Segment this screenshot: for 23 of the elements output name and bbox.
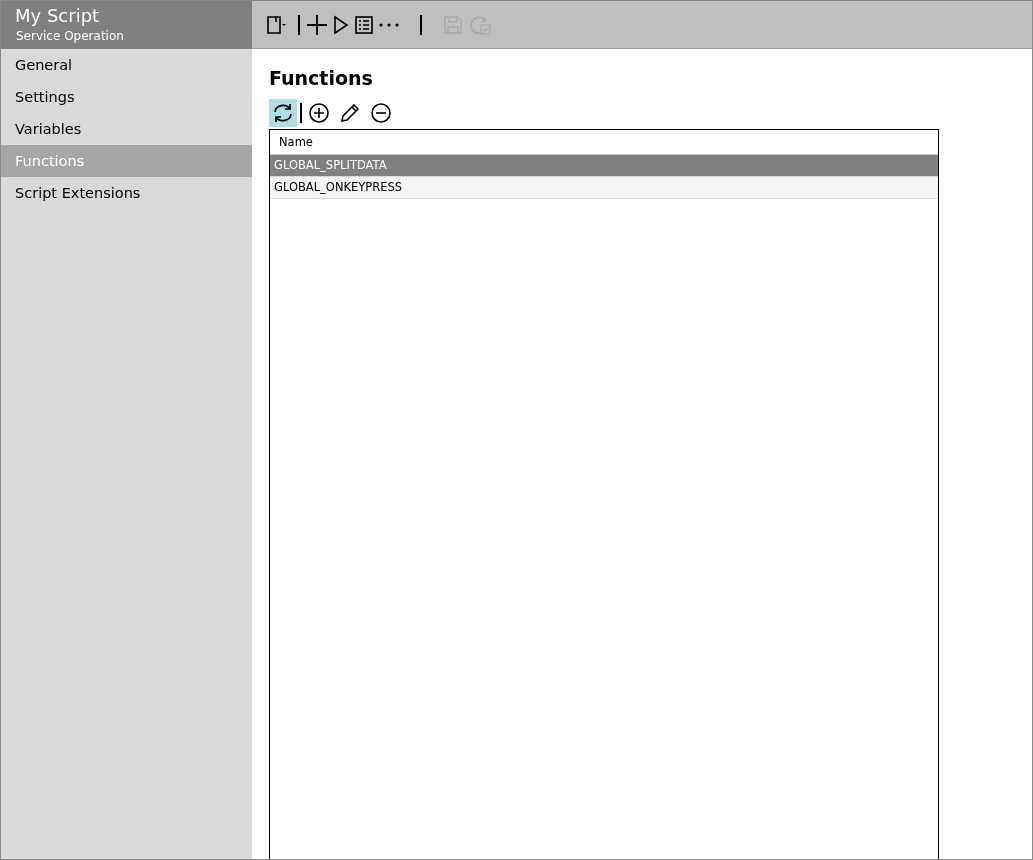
refresh-icon — [272, 102, 294, 124]
app-title: My Script — [15, 5, 101, 27]
refresh-button[interactable] — [269, 99, 297, 127]
play-button[interactable] — [332, 13, 350, 36]
remove-circle-icon — [370, 102, 392, 124]
plus-icon — [306, 13, 328, 36]
table-row[interactable]: GLOBAL_SPLITDATA — [270, 155, 938, 177]
sidebar-item[interactable]: Script Extensions — [1, 177, 252, 209]
more-icon — [378, 22, 400, 27]
reload-icon — [468, 13, 492, 36]
list-button[interactable] — [354, 13, 374, 36]
app-subtitle: Service Operation — [15, 29, 125, 43]
table-row[interactable]: GLOBAL_ONKEYPRESS — [270, 177, 938, 199]
add-circle-icon — [308, 102, 330, 124]
list-icon — [354, 13, 374, 36]
sidebar-item[interactable]: General — [1, 49, 252, 81]
more-button[interactable] — [378, 22, 400, 27]
section-title: Functions — [269, 66, 374, 91]
plus-button[interactable] — [306, 13, 328, 36]
pencil-icon — [339, 102, 361, 124]
sidebar-item[interactable]: Settings — [1, 81, 252, 113]
sidebar-item[interactable]: Variables — [1, 113, 252, 145]
play-icon — [332, 13, 350, 36]
